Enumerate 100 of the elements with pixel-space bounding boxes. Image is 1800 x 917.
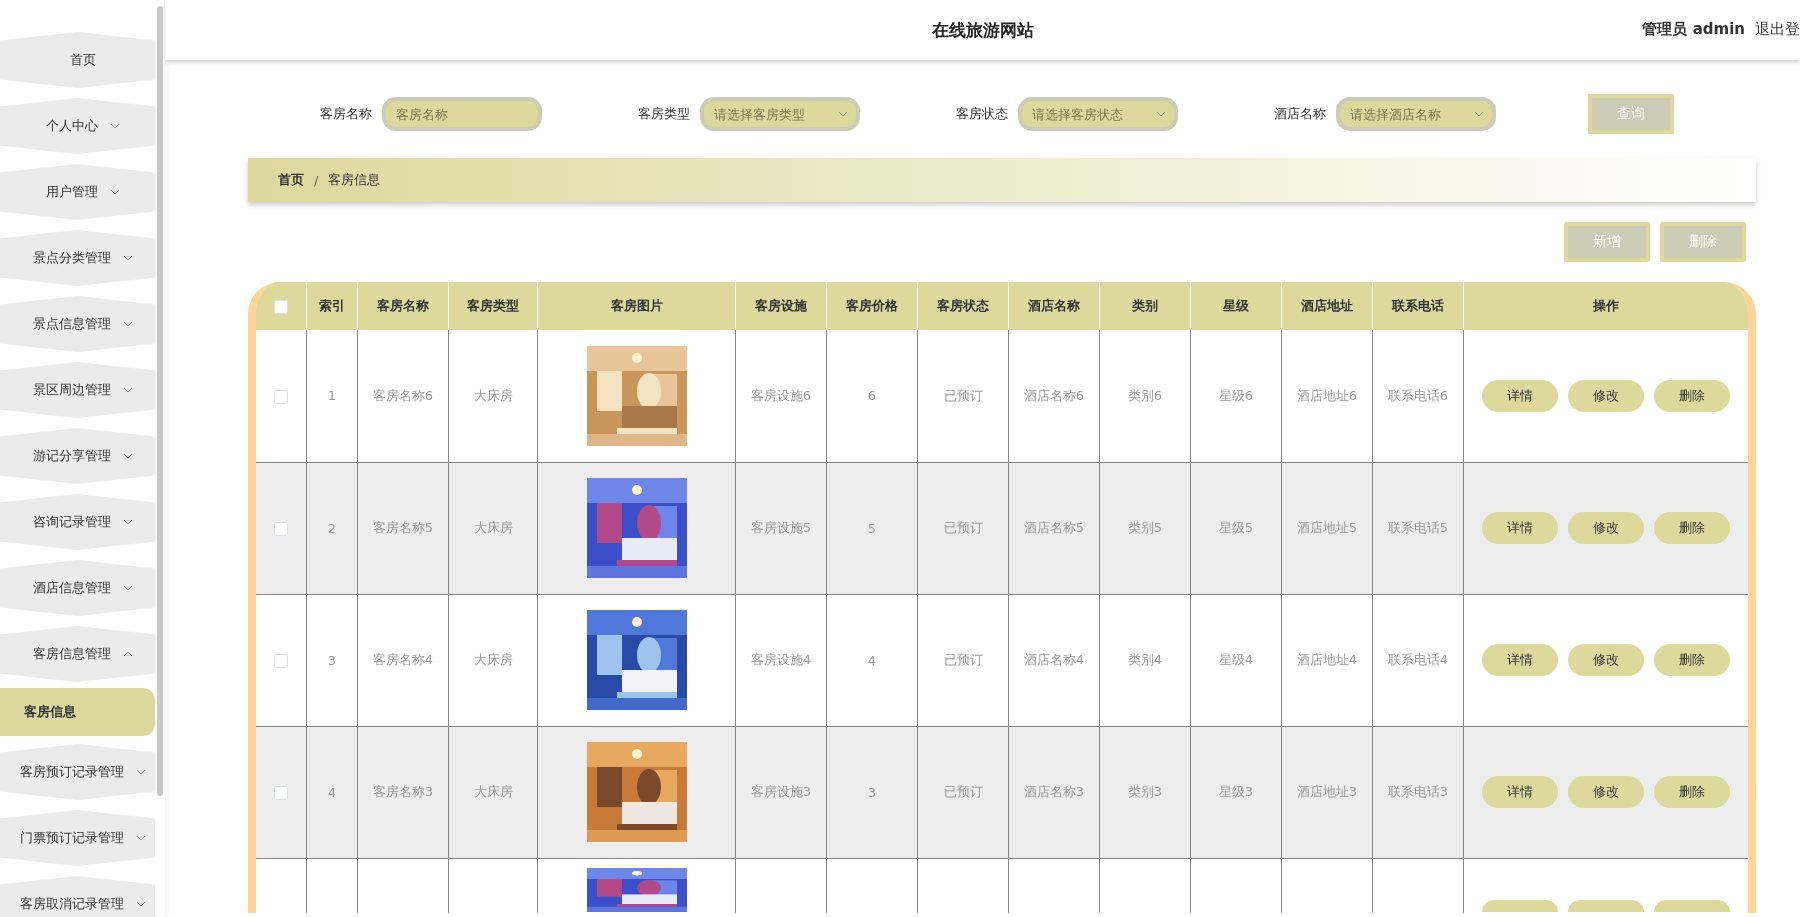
action-button[interactable]: 修改 — [1568, 379, 1644, 412]
table-cell: 类别5 — [1127, 520, 1163, 535]
field-label: 酒店名称 — [1274, 105, 1326, 123]
chevron-up-icon — [122, 651, 133, 657]
chevron-down-icon — [135, 835, 146, 841]
menu-item[interactable]: 门票预订记录管理 — [0, 810, 155, 866]
breadcrumb-item[interactable]: 首页 — [278, 171, 304, 189]
action-button[interactable]: 修改 — [1568, 644, 1644, 676]
menu-item[interactable]: 景点信息管理 — [0, 296, 155, 352]
action-button[interactable]: 详情 — [1482, 644, 1558, 676]
action-button[interactable] — [1568, 899, 1644, 912]
chevron-down-icon — [838, 111, 848, 117]
table-cell: 酒店名称6 — [1023, 387, 1085, 403]
table-cell: 大床房 — [473, 784, 513, 799]
select-field[interactable]: 请选择客房类型 — [700, 97, 860, 131]
table-cell: 已预订 — [943, 784, 983, 799]
table-cell: 星级5 — [1218, 520, 1254, 535]
table-cell: 客房名称4 — [372, 652, 434, 667]
chevron-down-icon — [135, 769, 146, 775]
menu-item[interactable]: 客房预订记录管理 — [0, 744, 155, 800]
menu-item[interactable]: 游记分享管理 — [0, 428, 155, 484]
field-label: 客房类型 — [638, 105, 690, 123]
menu-item[interactable]: 酒店信息管理 — [0, 560, 155, 616]
menu-item[interactable]: 景点分类管理 — [0, 230, 155, 286]
action-button[interactable]: 删除 — [1654, 512, 1730, 544]
menu-item[interactable]: 个人中心 — [0, 98, 155, 154]
select-field[interactable]: 请选择客房状态 — [1018, 97, 1178, 131]
table-cell: 酒店地址6 — [1296, 387, 1358, 403]
action-button[interactable]: 详情 — [1482, 776, 1558, 808]
checkbox[interactable] — [274, 653, 288, 668]
chevron-down-icon — [109, 189, 120, 195]
table-cell: 大床房 — [473, 520, 513, 535]
table-cell: 已预订 — [943, 387, 983, 403]
action-button[interactable] — [1654, 899, 1730, 912]
table-cell: 1 — [327, 388, 337, 404]
breadcrumb-separator: / — [314, 172, 319, 188]
table-cell: 已预订 — [943, 652, 983, 667]
chevron-down-icon — [109, 123, 120, 129]
chevron-down-icon — [1474, 111, 1484, 117]
chevron-down-icon — [1156, 111, 1166, 117]
table-cell: 客房名称3 — [372, 784, 434, 799]
action-button[interactable]: 删除 — [1654, 379, 1730, 412]
action-button[interactable]: 详情 — [1482, 379, 1558, 412]
table-cell: 联系电话5 — [1387, 520, 1449, 535]
checkbox[interactable] — [274, 299, 288, 314]
table-cell: 酒店名称5 — [1023, 520, 1085, 535]
chevron-down-icon — [135, 901, 146, 907]
table-cell: 类别3 — [1127, 784, 1163, 799]
table-cell: 客房名称5 — [372, 520, 434, 535]
input-field[interactable]: 客房名称 — [382, 97, 542, 131]
action-button[interactable]: 详情 — [1482, 512, 1558, 544]
table-cell: 星级4 — [1218, 652, 1254, 667]
menu-item[interactable]: 客房取消记录管理 — [0, 876, 155, 917]
logout-link[interactable]: 退出登 — [1755, 20, 1800, 39]
table-cell: 5 — [867, 520, 877, 536]
table-cell: 酒店名称3 — [1023, 784, 1085, 799]
menu-item[interactable]: 咨询记录管理 — [0, 494, 155, 550]
action-button[interactable]: 修改 — [1568, 512, 1644, 544]
checkbox[interactable] — [274, 785, 288, 800]
table-cell: 酒店地址5 — [1296, 520, 1358, 535]
table-cell: 星级6 — [1218, 387, 1254, 403]
menu-item[interactable]: 景区周边管理 — [0, 362, 155, 418]
table-cell: 客房名称6 — [372, 387, 434, 403]
action-button[interactable] — [1482, 899, 1558, 912]
site-title: 在线旅游网站 — [931, 18, 1034, 42]
table-cell: 客房设施6 — [750, 387, 812, 403]
menu-item[interactable]: 首页 — [0, 32, 155, 88]
table-cell: 4 — [327, 784, 337, 800]
table-cell: 类别6 — [1127, 387, 1163, 403]
table-cell: 联系电话4 — [1387, 652, 1449, 667]
table-cell: 客房设施5 — [750, 520, 812, 535]
field-label: 客房名称 — [320, 105, 372, 123]
table-cell: 客房设施3 — [750, 784, 812, 799]
table-cell: 大床房 — [473, 387, 513, 403]
table-cell: 联系电话6 — [1387, 387, 1449, 403]
chevron-down-icon — [122, 519, 133, 525]
checkbox[interactable] — [274, 521, 288, 536]
action-button[interactable]: 删除 — [1654, 644, 1730, 676]
chevron-down-icon — [122, 255, 133, 261]
user-label: 管理员 admin — [1642, 20, 1745, 39]
table-cell: 酒店地址4 — [1296, 652, 1358, 667]
menu-item[interactable]: 用户管理 — [0, 164, 155, 220]
table-cell: 客房设施4 — [750, 652, 812, 667]
action-button[interactable]: 删除 — [1654, 776, 1730, 808]
chevron-down-icon — [122, 387, 133, 393]
scrollbar[interactable] — [157, 6, 163, 796]
table-cell: 6 — [867, 388, 877, 404]
select-field[interactable]: 请选择酒店名称 — [1336, 97, 1496, 131]
table-cell: 星级3 — [1218, 784, 1254, 799]
submenu-item[interactable]: 客房信息 — [0, 688, 155, 736]
breadcrumb-item[interactable]: 客房信息 — [328, 171, 381, 189]
table-cell: 4 — [867, 652, 877, 668]
menu-item[interactable]: 客房信息管理 — [0, 626, 155, 682]
table-cell: 2 — [327, 520, 337, 536]
checkbox[interactable] — [274, 389, 288, 404]
table-cell: 3 — [867, 784, 877, 800]
table-cell: 酒店地址3 — [1296, 784, 1358, 799]
table-cell: 大床房 — [473, 652, 513, 667]
action-button[interactable]: 修改 — [1568, 776, 1644, 808]
chevron-down-icon — [122, 321, 133, 327]
